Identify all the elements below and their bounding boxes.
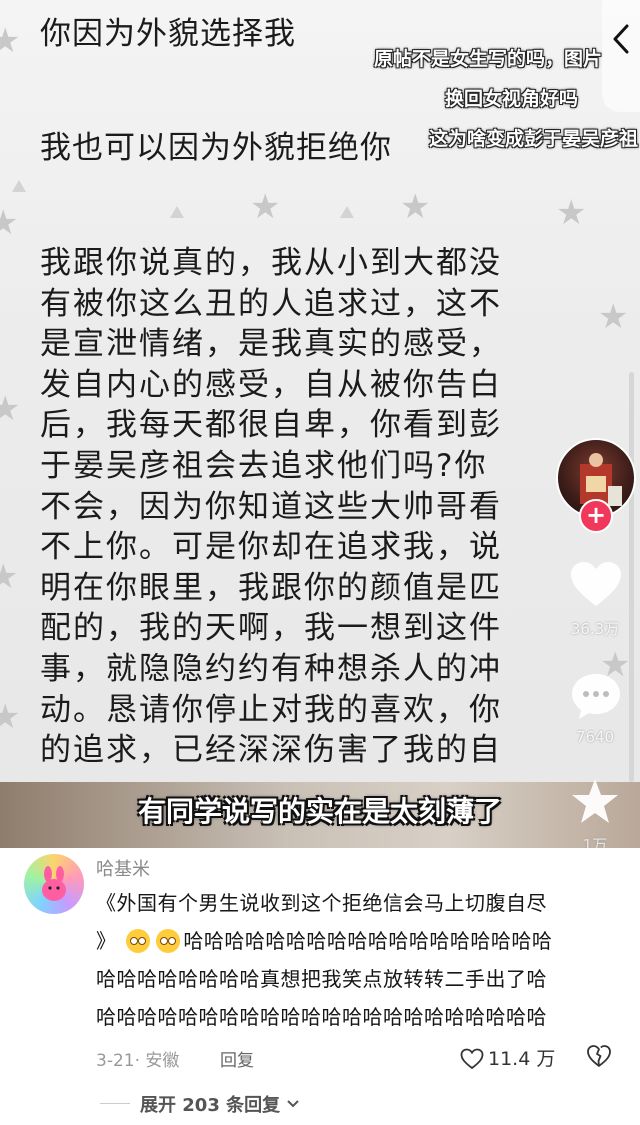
drooling-face-icon xyxy=(126,929,151,953)
comment-bubble-icon[interactable] xyxy=(568,670,624,722)
document-paragraph: 我跟你说真的，我从小到大都没 有被你这么丑的人追求过，这不 是宣泄情绪，是我真实… xyxy=(40,243,530,771)
paragraph-line: 事，就隐隐约约有种想杀人的冲 xyxy=(40,650,502,687)
video-subtitle: 有同学说写的实在是太刻薄了 xyxy=(137,795,502,828)
comment-meta: 3-21· 安徽 xyxy=(96,1051,180,1071)
pink-bunny-icon xyxy=(42,866,66,901)
comment-like-count: 11.4 万 xyxy=(488,1048,556,1070)
background-triangle xyxy=(12,180,26,192)
like-count: 36.3万 xyxy=(570,620,620,638)
background-triangle xyxy=(340,206,354,218)
paragraph-line: 发自内心的感受，自从被你告白 xyxy=(40,366,502,403)
overlay-caption: 原帖不是女生写的吗，图片 xyxy=(373,48,602,70)
background-triangle xyxy=(170,206,184,218)
document-line-2: 我也可以因为外貌拒绝你 xyxy=(40,130,392,166)
paragraph-line: 于晏吴彦祖会去追求他们吗?你 xyxy=(40,447,488,484)
share-count: 1万 xyxy=(582,836,608,848)
overlay-caption: 这为啥变成彭于晏吴彦祖 xyxy=(428,128,638,150)
expand-replies-label: 展开 203 条回复 xyxy=(140,1095,281,1116)
comment-text: 哈哈哈哈哈哈哈哈哈哈哈哈哈哈哈哈哈哈 xyxy=(183,929,553,953)
video-player[interactable]: ★ ★ ★ ★ ★ ★ ★ ★ ★ ★ 你因为外貌选择我 我也可以因为外貌拒绝你… xyxy=(0,0,640,848)
reply-button[interactable]: 回复 xyxy=(220,1046,254,1071)
chevron-left-icon xyxy=(613,24,629,54)
document-line-1: 你因为外貌选择我 xyxy=(40,16,296,52)
progress-scrollbar[interactable] xyxy=(629,372,634,782)
commenter-username[interactable]: 哈基米 xyxy=(96,855,150,881)
background-star-icon: ★ xyxy=(556,193,587,233)
paragraph-line: 配的，我的天啊，我一想到这件 xyxy=(40,610,502,647)
favorite-star-icon[interactable] xyxy=(568,776,622,828)
follow-button[interactable]: + xyxy=(579,499,613,533)
overlay-caption: 换回女视角好吗 xyxy=(444,88,578,110)
drooling-face-icon xyxy=(156,929,181,953)
comment-count: 7640 xyxy=(575,728,615,746)
background-star-icon: ★ xyxy=(0,203,19,243)
chevron-down-icon xyxy=(287,1100,300,1108)
background-star-icon: ★ xyxy=(0,697,21,737)
expand-divider xyxy=(100,1103,130,1104)
broken-heart-icon[interactable] xyxy=(586,1044,612,1068)
paragraph-line: 是宣泄情绪，是我真实的感受， xyxy=(40,326,502,363)
paragraph-line: 有被你这么丑的人追求过，这不 xyxy=(40,285,502,322)
expand-replies-button[interactable]: 展开 203 条回复 xyxy=(140,1091,300,1117)
paragraph-line: 后，我每天都很自卑，你看到彭 xyxy=(40,407,502,444)
comment-body: 《外国有个男生说收到这个拒绝信会马上切腹自尽 》 哈哈哈哈哈哈哈哈哈哈哈哈哈哈哈… xyxy=(96,884,616,1036)
heart-outline-icon xyxy=(460,1048,484,1070)
paragraph-line: 的追求，已经深深伤害了我的自 xyxy=(40,732,502,769)
comment-line: 》 哈哈哈哈哈哈哈哈哈哈哈哈哈哈哈哈哈哈 xyxy=(96,922,616,960)
comment-line: 哈哈哈哈哈哈哈哈真想把我笑点放转转二手出了哈 xyxy=(96,967,547,991)
comment-item: 哈基米 《外国有个男生说收到这个拒绝信会马上切腹自尽 》 哈哈哈哈哈哈哈哈哈哈哈… xyxy=(0,848,640,1125)
comment-line: 《外国有个男生说收到这个拒绝信会马上切腹自尽 xyxy=(96,891,547,915)
paragraph-line: 我跟你说真的，我从小到大都没 xyxy=(40,245,502,281)
paragraph-line: 动。恳请你停止对我的喜欢，你 xyxy=(40,691,502,728)
comment-text: 》 xyxy=(96,929,117,953)
background-star-icon: ★ xyxy=(0,557,19,597)
commenter-avatar[interactable] xyxy=(24,854,84,914)
paragraph-line: 明在你眼里，我跟你的颜值是匹 xyxy=(40,569,502,606)
background-star-icon: ★ xyxy=(598,297,629,337)
comment-line: 哈哈哈哈哈哈哈哈哈哈哈哈哈哈哈哈哈哈哈哈哈哈 xyxy=(96,1005,547,1029)
like-heart-icon[interactable] xyxy=(568,560,624,610)
background-star-icon: ★ xyxy=(0,21,21,61)
paragraph-line: 不上你。可是你却在追求我，说 xyxy=(40,529,502,566)
background-star-icon: ★ xyxy=(250,187,281,227)
comment-like-button[interactable]: 11.4 万 xyxy=(460,1044,555,1071)
background-star-icon: ★ xyxy=(400,187,431,227)
background-star-icon: ★ xyxy=(0,389,21,429)
back-button[interactable] xyxy=(602,0,640,112)
paragraph-line: 不会，因为你知道这些大帅哥看 xyxy=(40,488,502,525)
